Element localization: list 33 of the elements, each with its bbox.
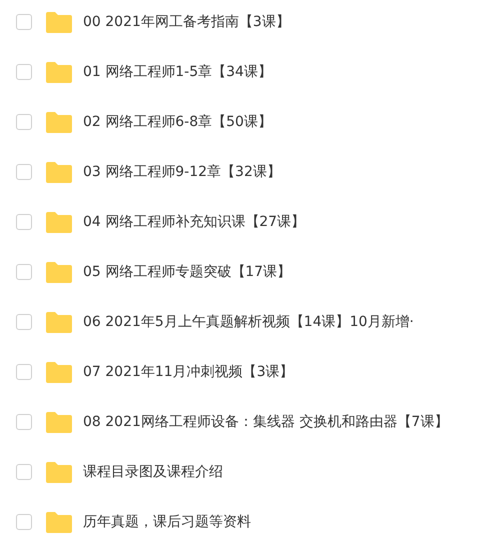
checkbox[interactable] [16,64,32,80]
folder-name[interactable]: 01 网络工程师1-5章【34课】 [83,63,272,81]
folder-icon [46,112,72,132]
folder-name[interactable]: 07 2021年11月冲刺视频【3课】 [83,363,294,381]
checkbox[interactable] [16,264,32,280]
folder-icon [46,512,72,532]
checkbox[interactable] [16,164,32,180]
folder-icon [46,162,72,182]
folder-name[interactable]: 历年真题，课后习题等资料 [83,513,251,531]
checkbox[interactable] [16,464,32,480]
folder-name[interactable]: 06 2021年5月上午真题解析视频【14课】10月新增· [83,313,414,331]
folder-icon [46,312,72,332]
checkbox[interactable] [16,364,32,380]
folder-icon [46,212,72,232]
checkbox[interactable] [16,414,32,430]
checkbox[interactable] [16,14,32,30]
folder-name[interactable]: 08 2021网络工程师设备：集线器 交换机和路由器【7课】 [83,413,448,431]
checkbox[interactable] [16,214,32,230]
checkbox[interactable] [16,114,32,130]
folder-name[interactable]: 02 网络工程师6-8章【50课】 [83,113,272,131]
folder-name[interactable]: 00 2021年网工备考指南【3课】 [83,13,290,31]
folder-name[interactable]: 04 网络工程师补充知识课【27课】 [83,213,306,231]
folder-icon [46,462,72,482]
folder-icon [46,362,72,382]
folder-name[interactable]: 03 网络工程师9-12章【32课】 [83,163,281,181]
checkbox[interactable] [16,314,32,330]
folder-icon [46,62,72,82]
checkbox[interactable] [16,514,32,530]
folder-icon [46,12,72,32]
folder-icon [46,262,72,282]
folder-icon [46,412,72,432]
folder-name[interactable]: 课程目录图及课程介绍 [83,463,223,481]
folder-name[interactable]: 05 网络工程师专题突破【17课】 [83,263,292,281]
